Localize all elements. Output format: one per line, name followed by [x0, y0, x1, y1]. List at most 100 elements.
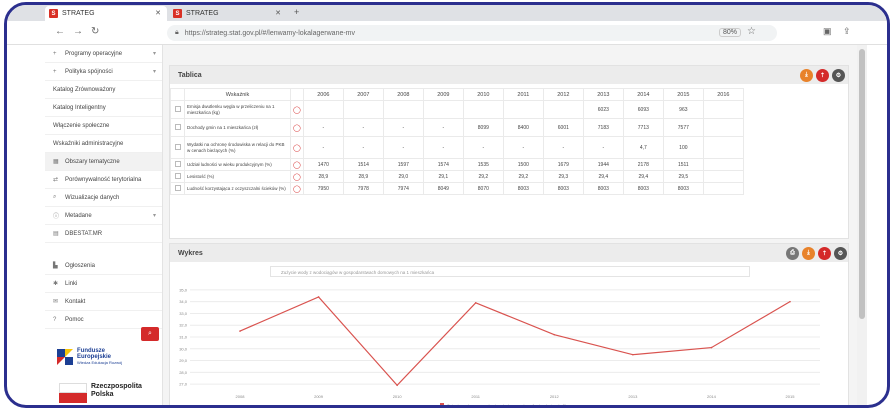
warning-icon[interactable]: ◯ — [290, 182, 304, 195]
sidebar-item-dbestat[interactable]: ▤ DBESTAT.MR — [45, 225, 162, 243]
search-button[interactable]: ⌕ — [141, 327, 159, 341]
sidebar-item-programy[interactable]: + Programy operacyjne ▾ — [45, 45, 162, 63]
warning-icon[interactable]: ◯ — [290, 100, 304, 119]
line-chart: 27,0 28,0 29,0 30,0 31,0 32,0 33,0 34,0 35,0 2008… — [179, 287, 820, 405]
x-tick-label: 2009 — [314, 394, 324, 399]
table-cell: 1500 — [502, 158, 544, 171]
poland-logo: Rzeczpospolita Polska — [55, 381, 155, 405]
close-tab-icon[interactable]: ✕ — [155, 9, 161, 17]
tab-strateg-1[interactable]: S STRATEG ✕ — [45, 6, 167, 21]
shield-icon[interactable]: ▣ — [823, 26, 832, 37]
x-tick-label: 2012 — [550, 394, 560, 399]
close-tab-icon[interactable]: ✕ — [275, 9, 281, 17]
sidebar: + Programy operacyjne ▾ + Polityka spójnośc… — [45, 45, 163, 405]
table-cell: 7183 — [582, 118, 624, 137]
bookmark-star-icon[interactable]: ☆ — [747, 26, 756, 37]
settings-icon[interactable]: ⚙ — [834, 247, 847, 260]
reload-icon[interactable]: ↻ — [91, 26, 99, 37]
extensions-icon[interactable]: ⇪ — [843, 26, 851, 37]
table-cell: 29,0 — [382, 170, 424, 183]
warning-column-header — [290, 88, 304, 101]
sidebar-item-kontakt[interactable]: ✉ Kontakt — [45, 293, 162, 311]
warning-icon[interactable]: ◯ — [290, 170, 304, 183]
table-row: Udział ludności w wieku produkcyjnym (%)… — [170, 158, 744, 171]
chevron-down-icon: ▾ — [152, 69, 156, 75]
share-icon[interactable]: ⇡ — [818, 247, 831, 260]
sidebar-item-ogloszenia[interactable]: ▙ Ogłoszenia — [45, 257, 162, 275]
sidebar-item-metadane[interactable]: ⓘ Metadane ▾ — [45, 207, 162, 225]
compare-icon: ⇄ — [53, 177, 59, 183]
table-cell — [702, 118, 744, 137]
table-cell — [462, 100, 504, 119]
table-cell: 7577 — [662, 118, 704, 137]
main-content: Tablica ⤓ ⇡ ⚙ Wskaźnik 2006 2007 2008 20… — [163, 45, 857, 405]
tab-strateg-2[interactable]: S STRATEG ✕ — [169, 6, 287, 21]
y-tick-label: 31,0 — [179, 335, 188, 340]
sidebar-item-wizualizacje[interactable]: ⌕ Wizualizacje danych — [45, 189, 162, 207]
year-header: 2015 — [662, 88, 704, 101]
table-cell: 6001 — [542, 118, 584, 137]
row-checkbox[interactable] — [170, 118, 185, 137]
year-header: 2008 — [382, 88, 424, 101]
year-header: 2014 — [622, 88, 664, 101]
download-icon[interactable]: ⤓ — [800, 69, 813, 82]
nav-bar: ← → ↻ 🔒︎ https://strateg.stat.gov.pl/#/l… — [7, 21, 887, 45]
row-checkbox[interactable] — [170, 170, 185, 183]
x-tick-label: 2015 — [786, 394, 796, 399]
table-cell: 1597 — [382, 158, 424, 171]
warning-icon[interactable]: ◯ — [290, 158, 304, 171]
table-row: Ludność korzystająca z oczyszczalni ście… — [170, 182, 744, 195]
sidebar-item-wlaczenie[interactable]: Włączenie społeczne — [45, 117, 162, 135]
warning-icon[interactable]: ◯ — [290, 136, 304, 159]
table-cell — [702, 158, 744, 171]
data-point — [553, 333, 556, 336]
back-icon[interactable]: ← — [55, 26, 65, 37]
year-header: 2007 — [342, 88, 384, 101]
new-tab-icon[interactable]: + — [294, 7, 299, 17]
year-header: 2006 — [302, 88, 344, 101]
table-cell: 7713 — [622, 118, 664, 137]
legend-swatch — [440, 403, 444, 405]
page-scrollbar[interactable] — [857, 45, 867, 405]
table-cell: 29,3 — [542, 170, 584, 183]
url-bar[interactable]: 🔒︎ https://strateg.stat.gov.pl/#/lenwamy… — [167, 25, 777, 41]
data-table: Wskaźnik 2006 2007 2008 2009 2010 2011 2… — [170, 88, 744, 195]
sidebar-item-obszary[interactable]: ▦ Obszary tematyczne — [45, 153, 162, 171]
zoom-level[interactable]: 80% — [719, 28, 742, 37]
download-icon[interactable]: ⤓ — [802, 247, 815, 260]
row-checkbox[interactable] — [170, 158, 185, 171]
chart-panel-title: Wykres — [178, 249, 203, 257]
settings-icon[interactable]: ⚙ — [832, 69, 845, 82]
sidebar-item-porownywalnosc[interactable]: ⇄ Porównywalność terytorialna — [45, 171, 162, 189]
table-header-row: Wskaźnik 2006 2007 2008 2009 2010 2011 2… — [170, 88, 744, 101]
tab-label: STRATEG — [186, 10, 219, 17]
table-cell: - — [502, 136, 544, 159]
forward-icon[interactable]: → — [73, 26, 83, 37]
pl-logo-line1: Rzeczpospolita — [91, 383, 142, 390]
row-checkbox[interactable] — [170, 136, 185, 159]
sidebar-item-zrownowazony[interactable]: Katalog Zrównoważony — [45, 81, 162, 99]
share-icon[interactable]: ⇡ — [816, 69, 829, 82]
table-cell: - — [462, 136, 504, 159]
page-scrollbar-thumb[interactable] — [859, 49, 865, 319]
warning-icon[interactable]: ◯ — [290, 118, 304, 137]
sidebar-item-inteligentny[interactable]: Katalog Inteligentny — [45, 99, 162, 117]
table-cell: - — [422, 118, 464, 137]
table-cell: - — [302, 118, 344, 137]
year-header: 2012 — [542, 88, 584, 101]
table-cell: 6023 — [582, 100, 624, 119]
table-cell: 28,9 — [342, 170, 384, 183]
sidebar-item-polityka[interactable]: + Polityka spójności ▾ — [45, 63, 162, 81]
year-header: 2016 — [702, 88, 744, 101]
table-cell: 28,9 — [302, 170, 344, 183]
table-cell: 8003 — [622, 182, 664, 195]
year-header: 2013 — [582, 88, 624, 101]
table-panel-title: Tablica — [178, 71, 202, 79]
print-icon[interactable]: ⎙ — [786, 247, 799, 260]
sidebar-item-administracyjne[interactable]: Wskaźniki administracyjne — [45, 135, 162, 153]
row-checkbox[interactable] — [170, 100, 185, 119]
pl-logo-line2: Polska — [91, 391, 114, 398]
row-checkbox[interactable] — [170, 182, 185, 195]
tab-bar: S STRATEG ✕ S STRATEG ✕ + — [7, 5, 887, 21]
sidebar-item-linki[interactable]: ✱ Linki — [45, 275, 162, 293]
